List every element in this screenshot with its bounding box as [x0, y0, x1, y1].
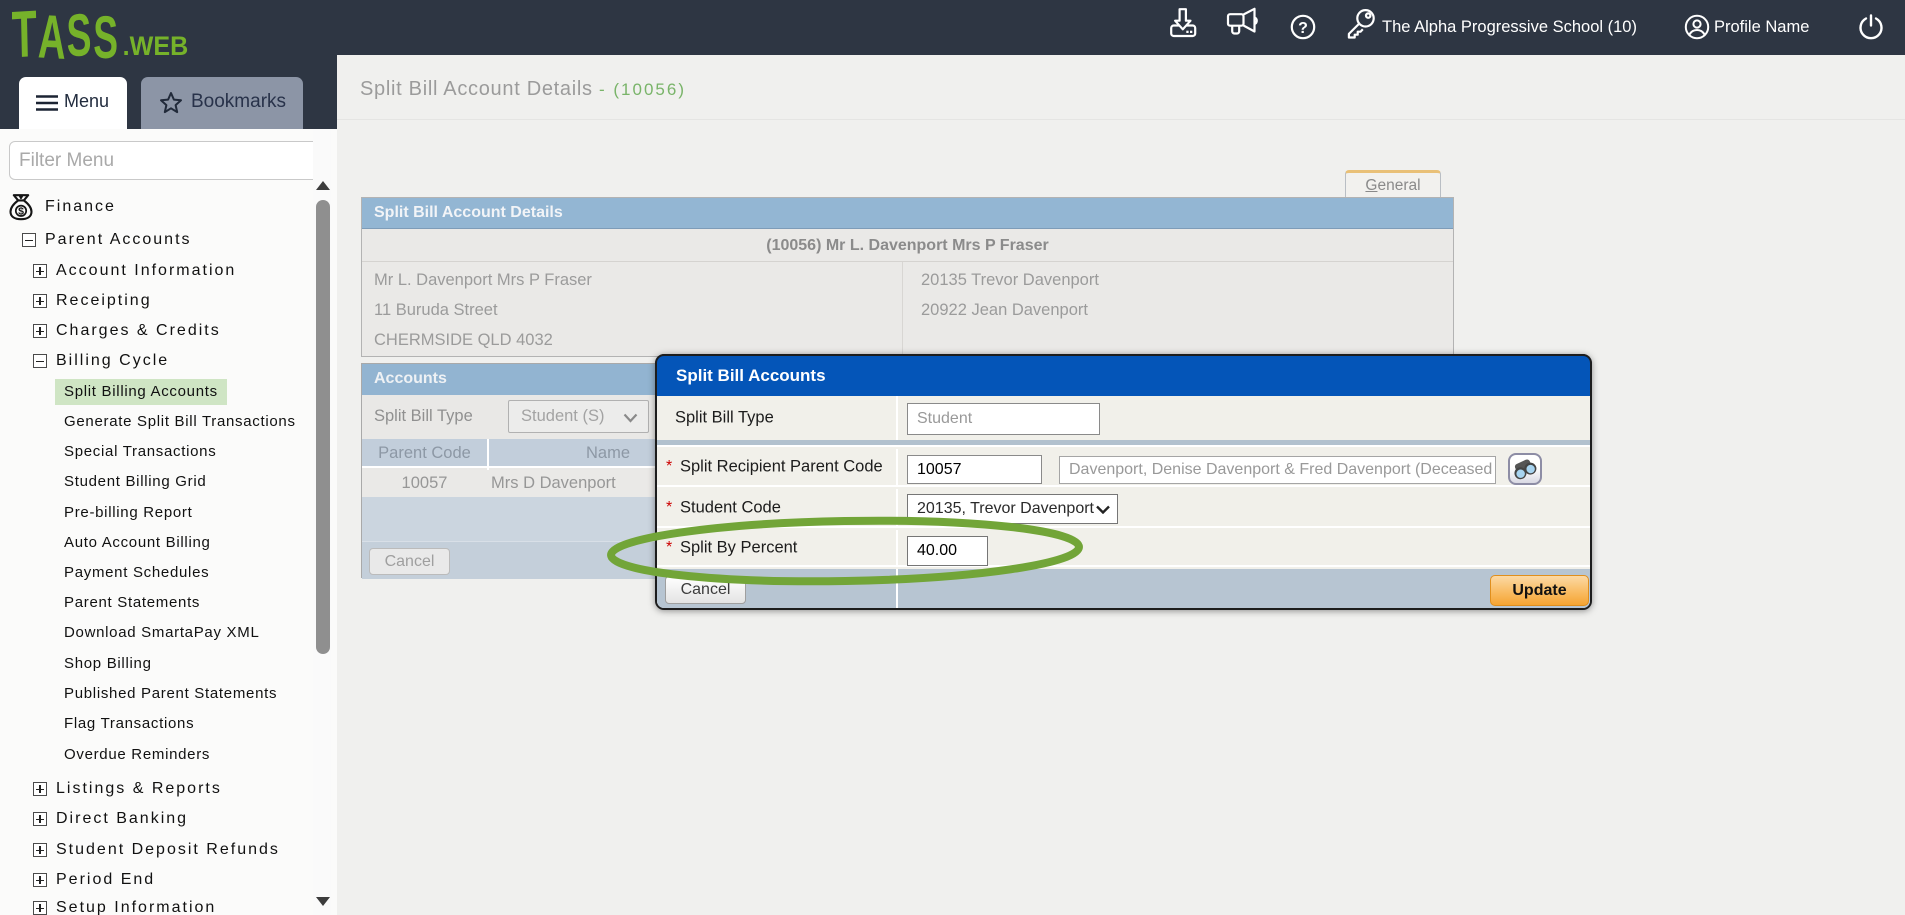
svg-text:S: S — [93, 8, 118, 60]
svg-text:$: $ — [18, 206, 24, 218]
svg-text:A: A — [37, 8, 66, 60]
svg-text:?: ? — [1298, 20, 1308, 37]
svg-text:S: S — [66, 8, 92, 60]
svg-text:T: T — [12, 8, 38, 60]
svg-text:.WEB: .WEB — [123, 30, 189, 60]
